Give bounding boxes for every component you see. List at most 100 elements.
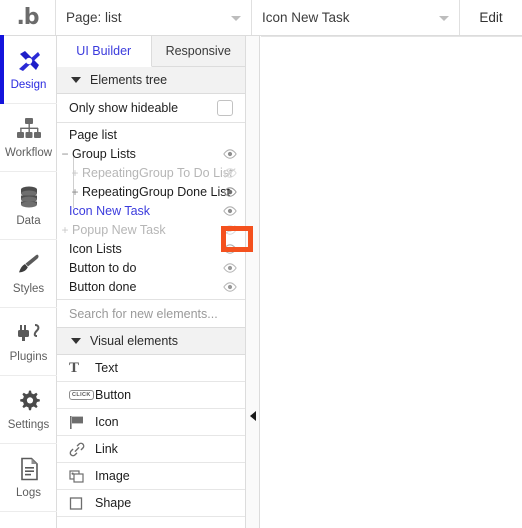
visual-element-label: Icon xyxy=(95,415,119,429)
rail-item-workflow[interactable]: Workflow xyxy=(0,104,57,172)
visual-elements-title: Visual elements xyxy=(90,334,179,348)
text-icon: T xyxy=(69,359,80,376)
bubble-logo[interactable]: .b xyxy=(0,0,56,35)
collapse-expander-icon[interactable]: − xyxy=(59,148,71,160)
eye-icon[interactable] xyxy=(223,148,237,160)
visual-element-label: Link xyxy=(95,442,118,456)
tab-ui-builder-label: UI Builder xyxy=(76,44,132,58)
expand-expander-icon[interactable]: + xyxy=(59,224,71,236)
tree-node-icon-new-task[interactable]: Icon New Task xyxy=(57,201,245,220)
chevron-down-icon xyxy=(439,15,449,21)
rail-item-data[interactable]: Data xyxy=(0,172,57,240)
elements-tree: Page list − Group Lists + RepeatingGroup… xyxy=(57,123,245,296)
panel-collapse-gutter[interactable] xyxy=(246,36,260,528)
eye-icon[interactable] xyxy=(223,243,237,255)
visual-element-label: Shape xyxy=(95,496,132,510)
panel-tabs: UI Builder Responsive xyxy=(57,36,245,67)
elements-tree-header[interactable]: Elements tree xyxy=(57,67,245,94)
visual-element-button[interactable]: CLICK Button xyxy=(57,382,245,409)
rail-item-styles[interactable]: Styles xyxy=(0,240,57,308)
triangle-down-icon xyxy=(71,338,81,344)
tree-node-label: Button done xyxy=(69,279,137,294)
eye-icon[interactable] xyxy=(223,281,237,293)
button-icon: CLICK xyxy=(69,389,95,401)
visual-element-label: Button xyxy=(95,388,132,402)
rail-item-settings[interactable]: Settings xyxy=(0,376,57,444)
top-bar: .b Page: list Icon New Task Edit xyxy=(0,0,522,36)
visual-elements-header[interactable]: Visual elements xyxy=(57,328,245,355)
rail-item-design[interactable]: Design xyxy=(0,35,57,104)
page-selector-value: Page: list xyxy=(66,10,122,25)
plugins-icon xyxy=(16,320,42,346)
triangle-down-icon xyxy=(71,77,81,83)
eye-icon[interactable] xyxy=(223,205,237,217)
design-canvas[interactable] xyxy=(261,36,522,528)
rail-label-plugins: Plugins xyxy=(9,351,48,363)
tree-node-button-done[interactable]: Button done xyxy=(57,277,245,296)
tree-node-label: Icon New Task xyxy=(69,203,151,218)
element-selector[interactable]: Icon New Task xyxy=(252,0,460,35)
logs-icon xyxy=(18,456,40,482)
search-placeholder: Search for new elements... xyxy=(69,306,218,321)
visual-element-shape[interactable]: Shape xyxy=(57,490,245,517)
styles-icon xyxy=(16,252,42,278)
workflow-icon xyxy=(16,116,42,142)
tree-node-label: Page list xyxy=(69,127,117,142)
shape-icon xyxy=(69,496,95,511)
tree-node-button-to-do[interactable]: Button to do xyxy=(57,258,245,277)
visual-element-icon[interactable]: Icon xyxy=(57,409,245,436)
eye-icon[interactable] xyxy=(223,262,237,274)
visual-element-image[interactable]: Image xyxy=(57,463,245,490)
visual-element-link[interactable]: Link xyxy=(57,436,245,463)
design-icon xyxy=(16,48,42,74)
rail-label-styles: Styles xyxy=(12,283,45,295)
expand-expander-icon[interactable]: + xyxy=(69,186,81,198)
elements-tree-title: Elements tree xyxy=(90,73,168,87)
only-show-hideable-row[interactable]: Only show hideable xyxy=(57,94,245,123)
search-new-elements-input[interactable]: Search for new elements... xyxy=(57,299,245,328)
rail-label-settings: Settings xyxy=(7,419,50,431)
rail-label-workflow: Workflow xyxy=(4,147,53,159)
triangle-left-icon[interactable] xyxy=(250,411,256,421)
rail-label-design: Design xyxy=(10,79,47,91)
tree-node-label: Icon Lists xyxy=(69,241,122,256)
eye-slash-icon[interactable] xyxy=(223,167,237,179)
rail-label-logs: Logs xyxy=(16,487,41,499)
link-icon xyxy=(69,442,95,457)
tab-responsive[interactable]: Responsive xyxy=(151,36,245,67)
rail-item-plugins[interactable]: Plugins xyxy=(0,308,57,376)
page-selector[interactable]: Page: list xyxy=(56,0,252,35)
tree-node-label: Popup New Task xyxy=(72,222,166,237)
left-rail: Design Workflow Data Styles Plugins Sett… xyxy=(0,35,57,528)
edit-button-label: Edit xyxy=(479,10,503,25)
tab-ui-builder[interactable]: UI Builder xyxy=(57,36,152,67)
element-selector-value: Icon New Task xyxy=(262,10,350,25)
tree-node-group-lists[interactable]: − Group Lists xyxy=(57,144,245,163)
visual-element-text[interactable]: T Text xyxy=(57,355,245,382)
bubble-editor-window: .b Page: list Icon New Task Edit Design … xyxy=(0,0,522,528)
expand-expander-icon[interactable]: + xyxy=(69,167,81,179)
settings-icon xyxy=(17,388,41,414)
eye-slash-icon[interactable] xyxy=(223,224,237,236)
tree-node-icon-lists[interactable]: Icon Lists xyxy=(57,239,245,258)
tree-node-label: Button to do xyxy=(69,260,137,275)
tree-node-popup-new-task[interactable]: + Popup New Task xyxy=(57,220,245,239)
tree-node-label: RepeatingGroup To Do List xyxy=(82,165,233,180)
tree-node-page-list[interactable]: Page list xyxy=(57,125,245,144)
only-show-hideable-label: Only show hideable xyxy=(69,101,179,115)
tree-node-label: Group Lists xyxy=(72,146,136,161)
logo-text: .b xyxy=(16,4,39,30)
eye-icon[interactable] xyxy=(223,186,237,198)
rail-item-logs[interactable]: Logs xyxy=(0,444,57,512)
tab-responsive-label: Responsive xyxy=(165,44,231,58)
tree-node-repeatinggroup-done-list[interactable]: + RepeatingGroup Done List xyxy=(57,182,245,201)
tree-node-label: RepeatingGroup Done List xyxy=(82,184,231,199)
rail-label-data: Data xyxy=(16,215,41,227)
visual-element-label: Image xyxy=(95,469,130,483)
edit-button[interactable]: Edit xyxy=(460,0,522,35)
left-panel: UI Builder Responsive Elements tree Only… xyxy=(57,36,246,528)
only-show-hideable-checkbox[interactable] xyxy=(217,100,233,116)
flag-icon xyxy=(69,415,95,430)
data-icon xyxy=(17,184,41,210)
tree-node-repeatinggroup-to-do-list[interactable]: + RepeatingGroup To Do List xyxy=(57,163,245,182)
